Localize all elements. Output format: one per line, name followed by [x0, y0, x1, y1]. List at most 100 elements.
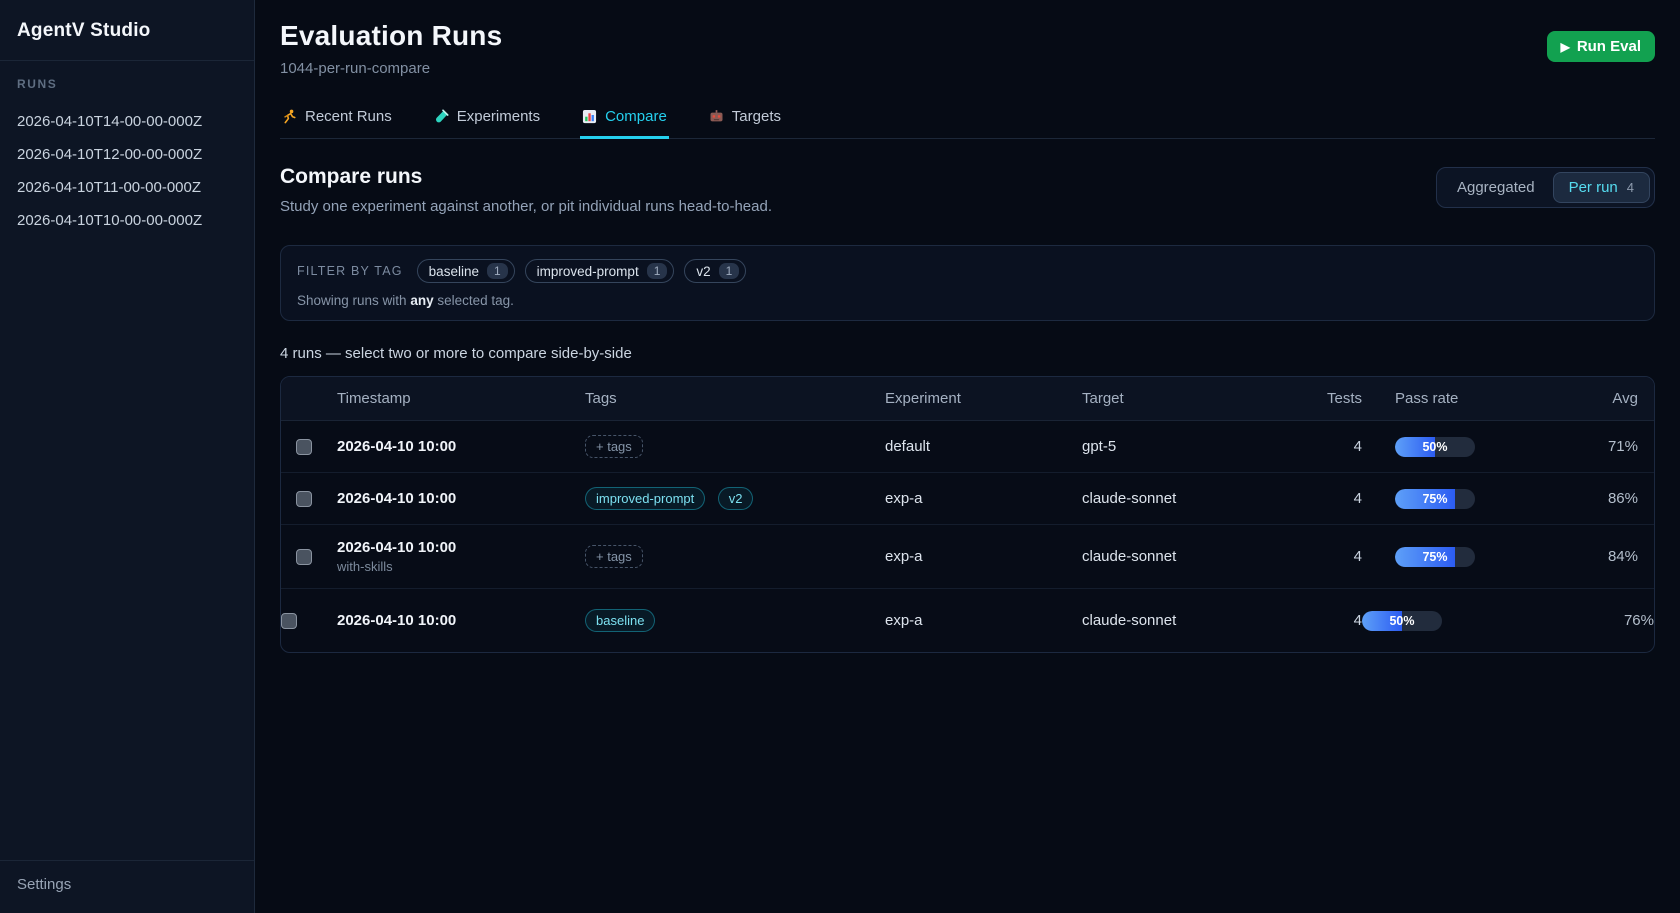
filter-note-any: any [410, 293, 433, 308]
toggle-aggregated[interactable]: Aggregated [1441, 172, 1551, 203]
runner-icon [282, 109, 297, 124]
sidebar-footer: Settings [0, 860, 254, 913]
table-row: 2026-04-10 10:00 improved-prompt v2 exp-… [281, 473, 1654, 525]
compare-heading: Compare runs [280, 165, 772, 189]
robot-icon [709, 109, 724, 124]
sidebar-run-item[interactable]: 2026-04-10T12-00-00-000Z [17, 138, 237, 171]
sidebar: AgentV Studio RUNS 2026-04-10T14-00-00-0… [0, 0, 255, 913]
row-checkbox[interactable] [296, 439, 312, 455]
run-timestamp: 2026-04-10 10:00 [337, 539, 585, 556]
bar-chart-icon [582, 109, 597, 124]
toggle-label: Aggregated [1457, 179, 1535, 196]
pass-rate-label: 75% [1395, 547, 1475, 567]
sidebar-run-item[interactable]: 2026-04-10T14-00-00-000Z [17, 105, 237, 138]
pass-rate-label: 50% [1395, 437, 1475, 457]
run-tests: 4 [1354, 438, 1362, 455]
view-mode-toggle: Aggregated Per run 4 [1436, 167, 1655, 208]
tab-recent-runs[interactable]: Recent Runs [280, 102, 394, 139]
run-target: gpt-5 [1082, 438, 1116, 455]
col-header-tags: Tags [585, 377, 885, 421]
run-timestamp: 2026-04-10 10:00 [337, 612, 585, 629]
toggle-count: 4 [1627, 180, 1634, 195]
tab-label: Compare [605, 108, 667, 125]
run-avg: 86% [1608, 490, 1638, 507]
run-experiment: default [885, 438, 930, 455]
run-eval-label: Run Eval [1577, 38, 1641, 55]
run-timestamp: 2026-04-10 10:00 [337, 490, 585, 507]
filter-label: FILTER BY TAG [297, 264, 403, 278]
filter-by-tag-card: FILTER BY TAG baseline 1 improved-prompt… [280, 245, 1655, 321]
col-header-avg: Avg [1480, 377, 1654, 421]
col-header-timestamp: Timestamp [337, 377, 585, 421]
run-sub-label: with-skills [337, 559, 585, 574]
run-timestamp: 2026-04-10 10:00 [337, 438, 585, 455]
sidebar-run-item[interactable]: 2026-04-10T11-00-00-000Z [17, 171, 237, 204]
table-header-row: Timestamp Tags Experiment Target Tests P… [281, 377, 1654, 421]
page-title: Evaluation Runs [280, 20, 502, 52]
filter-tag-count: 1 [487, 263, 508, 279]
col-header-pass-rate: Pass rate [1362, 377, 1480, 421]
page-subtitle: 1044-per-run-compare [280, 60, 502, 77]
runs-summary: 4 runs — select two or more to compare s… [280, 345, 1655, 362]
sidebar-run-item[interactable]: 2026-04-10T10-00-00-000Z [17, 204, 237, 237]
test-tube-icon [434, 109, 449, 124]
runs-table: Timestamp Tags Experiment Target Tests P… [281, 377, 1654, 652]
run-experiment: exp-a [885, 612, 923, 629]
sidebar-header: AgentV Studio [0, 0, 254, 61]
add-tags-button[interactable]: + tags [585, 545, 643, 568]
play-icon: ▶ [1561, 40, 1570, 54]
run-tests: 4 [1354, 490, 1362, 507]
filter-tag-name: v2 [696, 264, 710, 279]
row-checkbox[interactable] [296, 549, 312, 565]
run-tag-chip[interactable]: baseline [585, 609, 655, 632]
pass-rate-label: 75% [1395, 489, 1475, 509]
table-row: 2026-04-10 10:00 baseline exp-a claude-s… [281, 589, 1654, 653]
table-row: 2026-04-10 10:00 with-skills + tags exp-… [281, 525, 1654, 589]
filter-tag-name: baseline [429, 264, 479, 279]
filter-tag-name: improved-prompt [537, 264, 639, 279]
compare-section-header: Compare runs Study one experiment agains… [280, 165, 1655, 215]
runs-section-label: RUNS [17, 77, 237, 91]
run-avg: 84% [1608, 548, 1638, 565]
filter-tag-improved-prompt[interactable]: improved-prompt 1 [525, 259, 675, 283]
app-title: AgentV Studio [17, 20, 237, 42]
run-tag-chip[interactable]: v2 [718, 487, 754, 510]
filter-note: Showing runs with any selected tag. [297, 293, 1638, 308]
filter-tag-count: 1 [719, 263, 740, 279]
tab-compare[interactable]: Compare [580, 102, 669, 139]
run-avg: 71% [1608, 438, 1638, 455]
toggle-label: Per run [1569, 179, 1618, 196]
run-target: claude-sonnet [1082, 490, 1176, 507]
col-header-tests: Tests [1272, 377, 1362, 421]
runs-table-card: Timestamp Tags Experiment Target Tests P… [280, 376, 1655, 653]
tab-experiments[interactable]: Experiments [432, 102, 542, 139]
tab-targets[interactable]: Targets [707, 102, 783, 139]
col-header-target: Target [1082, 377, 1272, 421]
col-header-experiment: Experiment [885, 377, 1082, 421]
page-header: Evaluation Runs 1044-per-run-compare ▶ R… [280, 20, 1655, 77]
tab-label: Recent Runs [305, 108, 392, 125]
tab-label: Experiments [457, 108, 540, 125]
filter-tag-v2[interactable]: v2 1 [684, 259, 746, 283]
run-tests: 4 [1354, 612, 1362, 629]
settings-link[interactable]: Settings [17, 876, 237, 893]
filter-tag-count: 1 [647, 263, 668, 279]
row-checkbox[interactable] [281, 613, 297, 629]
pass-rate-label: 50% [1362, 611, 1442, 631]
run-experiment: exp-a [885, 490, 923, 507]
run-tag-chip[interactable]: improved-prompt [585, 487, 705, 510]
run-target: claude-sonnet [1082, 612, 1176, 629]
run-eval-button[interactable]: ▶ Run Eval [1547, 31, 1655, 62]
sidebar-run-list: RUNS 2026-04-10T14-00-00-000Z 2026-04-10… [0, 61, 254, 860]
run-tests: 4 [1354, 548, 1362, 565]
compare-description: Study one experiment against another, or… [280, 198, 772, 215]
header-checkbox-spacer [281, 377, 337, 421]
add-tags-button[interactable]: + tags [585, 435, 643, 458]
filter-tag-baseline[interactable]: baseline 1 [417, 259, 515, 283]
pass-rate-bar: 75% [1395, 547, 1475, 567]
run-experiment: exp-a [885, 548, 923, 565]
table-row: 2026-04-10 10:00 + tags default gpt-5 4 … [281, 421, 1654, 473]
toggle-per-run[interactable]: Per run 4 [1553, 172, 1650, 203]
row-checkbox[interactable] [296, 491, 312, 507]
run-avg: 76% [1624, 612, 1654, 629]
